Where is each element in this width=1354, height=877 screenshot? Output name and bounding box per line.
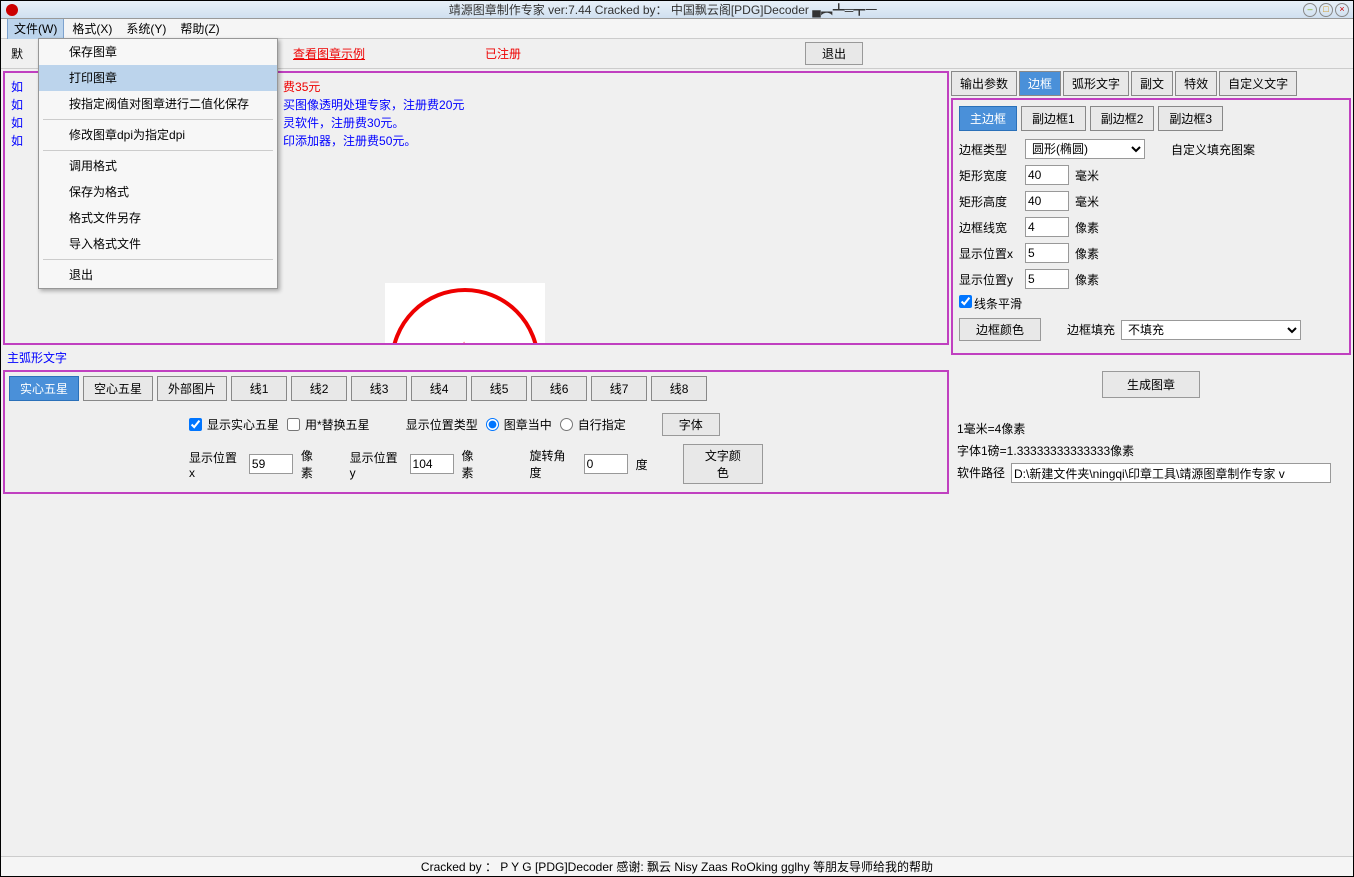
border-type-select[interactable]: 圆形(椭圆) xyxy=(1025,139,1145,159)
pos-custom-radio[interactable]: 自行指定 xyxy=(560,416,626,433)
subtab-s3[interactable]: 副边框3 xyxy=(1158,106,1223,131)
font-button[interactable]: 字体 xyxy=(662,413,720,436)
border-fill-select[interactable]: 不填充 xyxy=(1121,320,1301,340)
subtab-main[interactable]: 主边框 xyxy=(959,106,1017,131)
text-color-button[interactable]: 文字颜色 xyxy=(683,444,763,484)
app-icon xyxy=(5,3,19,17)
rect-h-input[interactable] xyxy=(1025,191,1069,211)
pos-x-label: 显示位置x xyxy=(189,449,241,480)
info-l4b: 印添加器，注册费50元。 xyxy=(283,134,416,148)
seal-preview: ★ 1 2 3 4 5 6 7 8 9 0 xyxy=(385,283,545,345)
rtab-output[interactable]: 输出参数 xyxy=(951,71,1017,96)
rtab-custom[interactable]: 自定义文字 xyxy=(1219,71,1297,96)
subtab-s2[interactable]: 副边框2 xyxy=(1090,106,1155,131)
dd-print-stamp[interactable]: 打印图章 xyxy=(39,65,277,91)
tab-line1[interactable]: 线1 xyxy=(231,376,287,401)
tab-line7[interactable]: 线7 xyxy=(591,376,647,401)
custom-fill-label[interactable]: 自定义填充图案 xyxy=(1171,141,1255,158)
registered-label: 已注册 xyxy=(485,45,521,62)
pos-type-label: 显示位置类型 xyxy=(406,416,478,433)
menu-help[interactable]: 帮助(Z) xyxy=(174,18,225,39)
rotate-label: 旋转角度 xyxy=(529,447,575,481)
border-pos-y-input[interactable] xyxy=(1025,269,1069,289)
tab-line2[interactable]: 线2 xyxy=(291,376,347,401)
dd-separator xyxy=(43,259,273,260)
tab-solid-star[interactable]: 实心五星 xyxy=(9,376,79,401)
info-l3b: 灵软件，注册费30元。 xyxy=(283,116,404,130)
mm-px-info: 1毫米=4像素 xyxy=(957,418,1345,440)
menu-system[interactable]: 系统(Y) xyxy=(120,18,172,39)
bottom-tabs-label: 主弧形文字 xyxy=(3,347,949,368)
border-pos-x-input[interactable] xyxy=(1025,243,1069,263)
right-tabs: 输出参数 边框 弧形文字 副文 特效 自定义文字 xyxy=(951,71,1351,96)
info-l2a: 如 xyxy=(11,98,23,112)
info-l2b: 买图像透明处理专家，注册费20元 xyxy=(283,98,464,112)
rtab-border[interactable]: 边框 xyxy=(1019,71,1061,96)
tab-line8[interactable]: 线8 xyxy=(651,376,707,401)
info-l4a: 如 xyxy=(11,134,23,148)
window-title: 靖源图章制作专家 ver:7.44 Cracked by： 中国飘云阁[PDG]… xyxy=(23,1,1303,18)
rotate-input[interactable] xyxy=(584,454,628,474)
show-solid-checkbox[interactable]: 显示实心五星 xyxy=(189,416,279,433)
tab-hollow-star[interactable]: 空心五星 xyxy=(83,376,153,401)
dd-format-saveas[interactable]: 格式文件另存 xyxy=(39,205,277,231)
rtab-subtext[interactable]: 副文 xyxy=(1131,71,1173,96)
dd-import-format[interactable]: 导入格式文件 xyxy=(39,231,277,257)
minimize-button[interactable]: – xyxy=(1303,3,1317,17)
view-sample-link[interactable]: 查看图章示例 xyxy=(293,45,365,62)
info-lines: 1毫米=4像素 字体1磅=1.33333333333333像素 软件路径 xyxy=(951,414,1351,494)
dd-separator xyxy=(43,150,273,151)
info-l1a: 如 xyxy=(11,80,23,94)
pos-x-input[interactable] xyxy=(249,454,293,474)
use-star-replace-checkbox[interactable]: 用*替换五星 xyxy=(287,416,370,433)
bottom-tab-row: 实心五星 空心五星 外部图片 线1 线2 线3 线4 线5 线6 线7 线8 xyxy=(9,376,943,401)
dd-save-as-format[interactable]: 保存为格式 xyxy=(39,179,277,205)
tab-line6[interactable]: 线6 xyxy=(531,376,587,401)
rtab-fx[interactable]: 特效 xyxy=(1175,71,1217,96)
file-dropdown: 保存图章 打印图章 按指定阀值对图章进行二值化保存 修改图章dpi为指定dpi … xyxy=(38,38,278,289)
seal-star-icon: ★ xyxy=(445,338,483,345)
menu-format[interactable]: 格式(X) xyxy=(66,18,118,39)
tab-line5[interactable]: 线5 xyxy=(471,376,527,401)
subtab-s1[interactable]: 副边框1 xyxy=(1021,106,1086,131)
pt-px-info: 字体1磅=1.33333333333333像素 xyxy=(957,440,1345,462)
toolbar-default[interactable]: 默 xyxy=(11,45,23,62)
dd-separator xyxy=(43,119,273,120)
bottom-panel: 实心五星 空心五星 外部图片 线1 线2 线3 线4 线5 线6 线7 线8 显… xyxy=(3,370,949,494)
exit-button[interactable]: 退出 xyxy=(805,42,863,65)
dd-save-stamp[interactable]: 保存图章 xyxy=(39,39,277,65)
rtab-arc-text[interactable]: 弧形文字 xyxy=(1063,71,1129,96)
dd-exit[interactable]: 退出 xyxy=(39,262,277,288)
generate-button[interactable]: 生成图章 xyxy=(1102,371,1200,398)
right-column: 输出参数 边框 弧形文字 副文 特效 自定义文字 主边框 副边框1 副边框2 副… xyxy=(951,71,1351,494)
pos-center-radio[interactable]: 图章当中 xyxy=(486,416,552,433)
tab-line3[interactable]: 线3 xyxy=(351,376,407,401)
info-l3a: 如 xyxy=(11,116,23,130)
line-w-input[interactable] xyxy=(1025,217,1069,237)
rect-w-input[interactable] xyxy=(1025,165,1069,185)
pos-y-label: 显示位置y xyxy=(350,449,402,480)
menu-file[interactable]: 文件(W) xyxy=(7,17,64,40)
maximize-button[interactable]: □ xyxy=(1319,3,1333,17)
close-button[interactable]: × xyxy=(1335,3,1349,17)
dd-threshold-save[interactable]: 按指定阀值对图章进行二值化保存 xyxy=(39,91,277,117)
titlebar: 靖源图章制作专家 ver:7.44 Cracked by： 中国飘云阁[PDG]… xyxy=(1,1,1353,19)
app-window: 靖源图章制作专家 ver:7.44 Cracked by： 中国飘云阁[PDG]… xyxy=(0,0,1354,877)
pos-y-input[interactable] xyxy=(410,454,454,474)
info-l1b: 费35元 xyxy=(283,80,320,94)
smooth-checkbox[interactable]: 线条平滑 xyxy=(959,295,1022,312)
statusbar: Cracked by ： P Y G [PDG]Decoder 感谢: 飘云 N… xyxy=(1,856,1353,876)
path-input[interactable] xyxy=(1011,463,1331,483)
tab-line4[interactable]: 线4 xyxy=(411,376,467,401)
menubar: 文件(W) 格式(X) 系统(Y) 帮助(Z) xyxy=(1,19,1353,39)
dd-modify-dpi[interactable]: 修改图章dpi为指定dpi xyxy=(39,122,277,148)
tab-ext-image[interactable]: 外部图片 xyxy=(157,376,227,401)
border-panel: 主边框 副边框1 副边框2 副边框3 边框类型 圆形(椭圆) 自定义填充图案 矩… xyxy=(951,98,1351,355)
border-color-button[interactable]: 边框颜色 xyxy=(959,318,1041,341)
dd-apply-format[interactable]: 调用格式 xyxy=(39,153,277,179)
